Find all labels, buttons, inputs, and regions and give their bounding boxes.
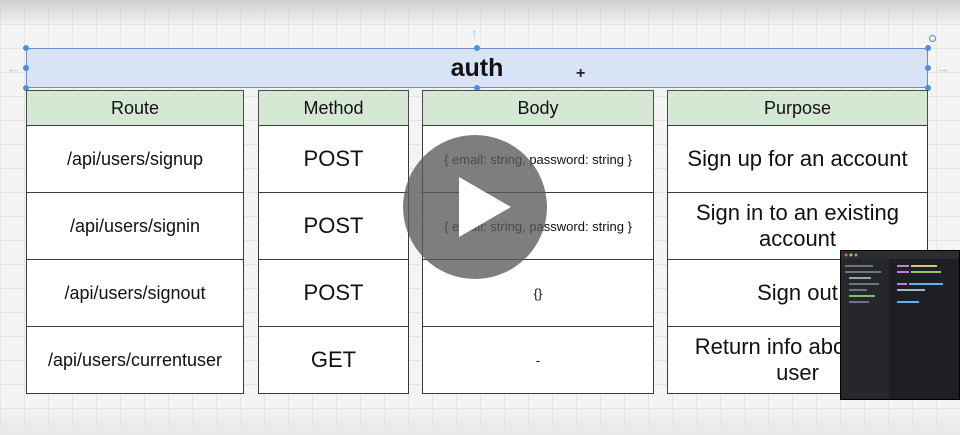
selection-handle-right[interactable] bbox=[925, 65, 931, 71]
rotate-handle-icon[interactable] bbox=[929, 35, 936, 42]
selection-handle-top[interactable] bbox=[474, 45, 480, 51]
editor-thumbnail bbox=[840, 250, 960, 400]
code-editor-preview bbox=[841, 251, 959, 399]
column-header-method: Method bbox=[258, 90, 409, 126]
diagram-title: auth bbox=[450, 53, 504, 82]
route-cell: /api/users/signin bbox=[26, 192, 244, 260]
selection-handle-top-left[interactable] bbox=[23, 45, 29, 51]
column-header-route: Route bbox=[26, 90, 244, 126]
selection-handle-top-right[interactable] bbox=[925, 45, 931, 51]
body-cell: - bbox=[422, 326, 654, 394]
connect-arrow-left-icon[interactable]: ← bbox=[6, 61, 20, 75]
method-cell: POST bbox=[258, 192, 409, 260]
crosshair-cursor-icon: + bbox=[576, 65, 586, 82]
video-play-button[interactable] bbox=[403, 135, 547, 279]
method-cell: POST bbox=[258, 259, 409, 327]
diagram-title-box[interactable]: auth bbox=[26, 48, 928, 88]
purpose-cell: Sign up for an account bbox=[667, 125, 928, 193]
canvas-top-shade bbox=[0, 0, 960, 26]
column-header-purpose: Purpose bbox=[667, 90, 928, 126]
selection-handle-left[interactable] bbox=[23, 65, 29, 71]
connect-arrow-up-icon[interactable]: ↑ bbox=[471, 26, 478, 40]
route-cell: /api/users/currentuser bbox=[26, 326, 244, 394]
column-route: Route /api/users/signup /api/users/signi… bbox=[26, 90, 244, 394]
column-header-body: Body bbox=[422, 90, 654, 126]
canvas-bottom-shade bbox=[0, 405, 960, 435]
play-icon bbox=[459, 177, 511, 237]
route-cell: /api/users/signout bbox=[26, 259, 244, 327]
method-cell: GET bbox=[258, 326, 409, 394]
column-method: Method POST POST POST GET bbox=[258, 90, 409, 394]
connect-arrow-right-icon[interactable]: → bbox=[936, 61, 950, 75]
method-cell: POST bbox=[258, 125, 409, 193]
route-cell: /api/users/signup bbox=[26, 125, 244, 193]
